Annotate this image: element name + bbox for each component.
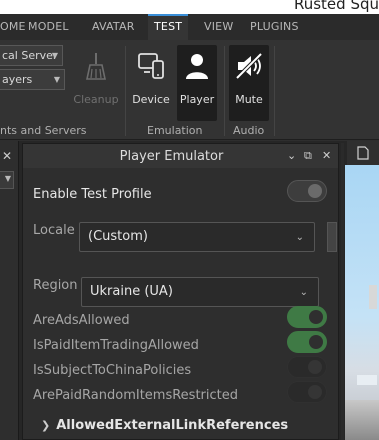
player-button[interactable]: Player [177,45,217,121]
tab-plugins[interactable]: PLUGINS [250,14,299,40]
device-icon [138,53,164,79]
ribbon-divider [274,46,275,136]
chevron-down-icon[interactable]: ⌄ [287,149,296,162]
device-button[interactable]: Device [130,45,172,121]
window-title-bar: Rusted Squ [0,0,379,14]
ribbon-toolbar: cal Server ▼ ayers ▼ nts and Servers Cle… [0,40,379,140]
locale-label: Locale [33,223,75,238]
viewport-object [369,285,377,309]
chevron-down-icon: ▼ [51,51,58,60]
chevron-down-icon: ❯ [41,419,51,432]
locale-dropdown[interactable]: (Custom) ⌄ [79,222,315,252]
flag-label-china-policies: IsSubjectToChinaPolicies [33,363,192,378]
cleanup-label: Cleanup [73,93,119,106]
toggle-knob [309,310,323,324]
chevron-down-icon: ⌄ [299,287,308,298]
viewport-ground [345,400,379,440]
allowed-external-links-section[interactable]: ❯ AllowedExternalLinkReferences [41,418,288,433]
tab-test[interactable]: TEST [148,14,189,40]
left-panel-select[interactable]: ▼ [0,171,14,189]
region-dropdown[interactable]: Ukraine (UA) ⌄ [81,277,319,307]
ribbon-divider [125,46,126,136]
are-ads-allowed-toggle[interactable] [287,306,327,328]
group-label-clients-servers: nts and Servers [0,124,87,137]
panel-title: Player Emulator [119,149,224,164]
tab-home[interactable]: OME [0,14,26,40]
left-panel: ✕ ▼ [0,141,19,440]
ribbon-tab-bar: OME MODEL AVATAR TEST VIEW PLUGINS [0,14,379,40]
speaker-muted-icon [235,52,263,80]
toggle-knob [308,385,322,399]
player-emulator-panel: Player Emulator ⌄ ⧉ ✕ Enable Test Profil… [22,143,339,440]
server-select-value: cal Server [2,49,58,62]
viewport-tab[interactable] [347,141,379,165]
mute-label: Mute [235,93,263,106]
ribbon-divider [224,46,225,136]
flag-label-paid-random-items: ArePaidRandomItemsRestricted [33,388,238,403]
device-label: Device [132,93,170,106]
flag-label-paid-item-trading: IsPaidItemTradingAllowed [33,338,199,353]
china-policies-toggle[interactable] [287,356,327,378]
paid-item-trading-toggle[interactable] [287,331,327,353]
player-icon [186,54,208,79]
section-title: AllowedExternalLinkReferences [56,418,289,433]
panel-scrollbar[interactable] [341,143,344,440]
region-value: Ukraine (UA) [90,284,173,299]
tab-view[interactable]: VIEW [204,14,233,40]
dock-area: ✕ ▼ Player Emulator ⌄ ⧉ ✕ Enable Test Pr… [0,141,379,440]
locale-value: (Custom) [88,229,148,244]
viewport-object [357,375,377,385]
undock-icon[interactable]: ⧉ [304,149,312,163]
player-label: Player [179,93,215,106]
flag-label-are-ads-allowed: AreAdsAllowed [33,313,130,328]
locale-side-button[interactable] [327,222,337,252]
group-label-audio: Audio [233,124,265,137]
chevron-down-icon: ▼ [4,174,11,183]
enable-test-profile-toggle[interactable] [287,180,327,202]
game-viewport[interactable] [345,165,379,440]
players-select[interactable]: ayers ▼ [0,69,65,90]
region-label: Region [33,278,78,293]
paid-random-items-toggle[interactable] [287,381,327,403]
enable-test-profile-label: Enable Test Profile [33,187,152,202]
broom-icon [86,53,106,80]
toggle-knob [308,184,322,198]
tab-model[interactable]: MODEL [28,14,69,40]
group-label-emulation: Emulation [147,124,203,137]
close-icon[interactable]: ✕ [322,149,331,162]
mute-button[interactable]: Mute [229,45,269,121]
toggle-knob [309,335,323,349]
close-icon[interactable]: ✕ [2,149,12,163]
chevron-down-icon: ⌄ [295,232,304,243]
window-title: Rusted Squ [293,0,379,13]
tab-avatar[interactable]: AVATAR [92,14,135,40]
panel-header: Player Emulator ⌄ ⧉ ✕ [23,144,338,168]
chevron-down-icon: ▼ [53,75,60,84]
document-icon [357,146,369,160]
server-select[interactable]: cal Server ▼ [0,45,63,66]
players-select-value: ayers [2,73,33,86]
toggle-knob [308,360,322,374]
cleanup-button[interactable]: Cleanup [72,45,120,121]
